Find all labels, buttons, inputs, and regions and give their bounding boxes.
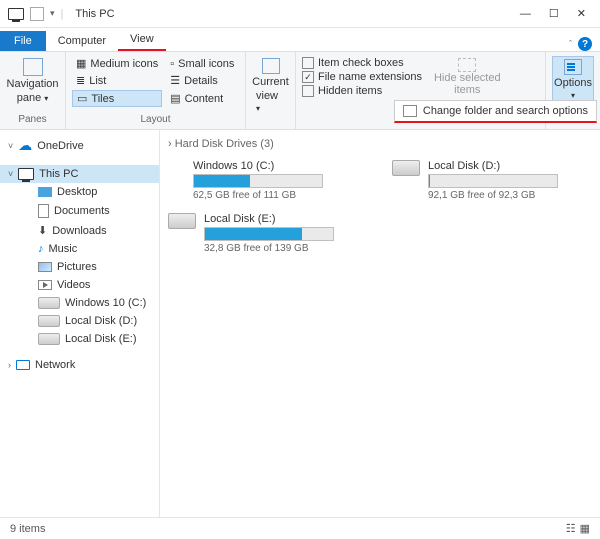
tab-file[interactable]: File bbox=[0, 31, 46, 51]
sidebar-documents[interactable]: Documents bbox=[0, 201, 159, 221]
layout-list[interactable]: ≣List bbox=[72, 73, 162, 88]
content-icon: ▤ bbox=[170, 92, 180, 105]
folder-options-icon bbox=[403, 105, 417, 117]
sidebar-drive-e[interactable]: Local Disk (E:) bbox=[0, 330, 159, 348]
sidebar-onedrive[interactable]: ˅☁OneDrive bbox=[0, 134, 159, 157]
item-check-boxes-toggle[interactable]: Item check boxes bbox=[302, 56, 422, 70]
navigation-pane-icon bbox=[23, 58, 43, 76]
tab-computer[interactable]: Computer bbox=[46, 31, 118, 51]
navigation-tree: ˅☁OneDrive ˅This PC Desktop Documents ⬇D… bbox=[0, 130, 160, 517]
usage-bar bbox=[193, 174, 323, 188]
qat-dropdown-icon[interactable]: ▾ bbox=[50, 8, 55, 19]
layout-content[interactable]: ▤Content bbox=[166, 90, 239, 107]
options-popup-label: Change folder and search options bbox=[423, 105, 588, 117]
content-pane: › Hard Disk Drives (3) Windows 10 (C:) 6… bbox=[160, 130, 600, 517]
sidebar-network[interactable]: ›Network bbox=[0, 356, 159, 374]
help-icon[interactable]: ? bbox=[578, 37, 592, 51]
window-title: This PC bbox=[75, 8, 114, 20]
sidebar-drive-d[interactable]: Local Disk (D:) bbox=[0, 312, 159, 330]
view-large-button[interactable]: ▦ bbox=[580, 522, 590, 535]
details-icon: ☰ bbox=[170, 74, 180, 87]
current-view-button[interactable]: Current view ▾ bbox=[252, 56, 289, 116]
usage-bar bbox=[428, 174, 558, 188]
sidebar-this-pc[interactable]: ˅This PC bbox=[0, 165, 159, 183]
list-icon: ≣ bbox=[76, 74, 85, 87]
layout-details[interactable]: ☰Details bbox=[166, 73, 239, 88]
drive-icon bbox=[168, 213, 196, 229]
nav-label: Navigation bbox=[7, 78, 59, 90]
hidden-items-toggle[interactable]: Hidden items bbox=[302, 84, 422, 98]
drives-section-header[interactable]: › Hard Disk Drives (3) bbox=[168, 134, 592, 154]
layout-small-icons[interactable]: ▫Small icons bbox=[166, 56, 239, 71]
medium-icons-icon: ▦ bbox=[76, 57, 86, 70]
item-count: 9 items bbox=[10, 523, 45, 535]
drive-icon bbox=[38, 333, 60, 345]
status-bar: 9 items ☷ ▦ bbox=[0, 517, 600, 539]
tiles-icon: ▭ bbox=[77, 92, 87, 105]
drive-icon bbox=[392, 160, 420, 176]
current-view-icon bbox=[262, 58, 280, 74]
tab-view[interactable]: View bbox=[118, 29, 166, 51]
group-layout-label: Layout bbox=[72, 114, 239, 125]
pictures-icon bbox=[38, 262, 52, 272]
ribbon: Navigation pane ▾ Panes ▦Medium icons ▫S… bbox=[0, 52, 600, 130]
layout-medium-icons[interactable]: ▦Medium icons bbox=[72, 56, 162, 71]
usage-bar bbox=[204, 227, 334, 241]
sidebar-music[interactable]: ♪Music bbox=[0, 240, 159, 258]
minimize-button[interactable]: — bbox=[520, 8, 531, 20]
documents-icon bbox=[38, 204, 49, 218]
app-icon bbox=[8, 8, 24, 20]
qat-props-icon[interactable] bbox=[30, 7, 44, 21]
drive-icon bbox=[38, 315, 60, 327]
sidebar-videos[interactable]: Videos bbox=[0, 276, 159, 294]
drive-icon bbox=[38, 297, 60, 309]
navigation-pane-button[interactable]: Navigation pane ▾ bbox=[6, 56, 59, 106]
group-panes-label: Panes bbox=[6, 114, 59, 125]
drive-c[interactable]: Windows 10 (C:) 62,5 GB free of 111 GB bbox=[168, 160, 368, 201]
desktop-icon bbox=[38, 187, 52, 197]
view-details-button[interactable]: ☷ bbox=[566, 522, 576, 535]
windows-drive-icon bbox=[168, 160, 185, 201]
onedrive-icon: ☁ bbox=[18, 137, 32, 154]
videos-icon bbox=[38, 280, 52, 290]
file-name-extensions-toggle[interactable]: ✓File name extensions bbox=[302, 70, 422, 84]
maximize-button[interactable]: ☐ bbox=[549, 7, 559, 20]
close-button[interactable]: ✕ bbox=[577, 7, 586, 20]
small-icons-icon: ▫ bbox=[170, 58, 174, 70]
layout-tiles[interactable]: ▭Tiles bbox=[72, 90, 162, 107]
sidebar-downloads[interactable]: ⬇Downloads bbox=[0, 221, 159, 240]
sidebar-drive-c[interactable]: Windows 10 (C:) bbox=[0, 294, 159, 312]
ribbon-collapse-icon[interactable]: ˆ bbox=[569, 39, 572, 49]
pc-icon bbox=[18, 168, 34, 180]
network-icon bbox=[16, 360, 30, 370]
options-popup[interactable]: Change folder and search options bbox=[394, 100, 597, 123]
drive-e[interactable]: Local Disk (E:) 32,8 GB free of 139 GB bbox=[168, 213, 368, 254]
drive-d[interactable]: Local Disk (D:) 92,1 GB free of 92,3 GB bbox=[392, 160, 592, 201]
sidebar-pictures[interactable]: Pictures bbox=[0, 258, 159, 276]
downloads-icon: ⬇ bbox=[38, 224, 47, 237]
nav-label2: pane ▾ bbox=[17, 92, 49, 104]
title-bar: ▾ | This PC — ☐ ✕ bbox=[0, 0, 600, 28]
hide-items-icon bbox=[458, 58, 476, 72]
music-icon: ♪ bbox=[38, 243, 44, 255]
ribbon-tabs: File Computer View ˆ ? bbox=[0, 28, 600, 52]
options-button[interactable]: Options ▾ bbox=[552, 56, 594, 103]
hide-selected-items-button[interactable]: Hide selected items bbox=[430, 56, 505, 98]
options-icon bbox=[564, 59, 582, 75]
sidebar-desktop[interactable]: Desktop bbox=[0, 183, 159, 201]
